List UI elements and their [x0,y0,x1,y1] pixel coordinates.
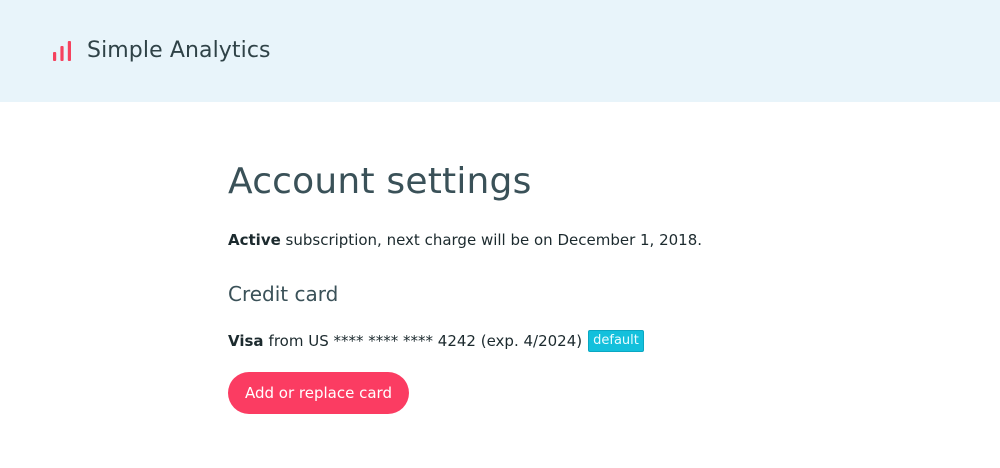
credit-card-info: Visa from US **** **** **** 4242 (exp. 4… [228,329,888,353]
subscription-status-label: Active [228,231,281,249]
brand-name: Simple Analytics [87,38,271,63]
header-bar: Simple Analytics [0,0,1000,102]
subscription-status-text: subscription, next charge will be on Dec… [285,231,703,249]
bar-chart-icon [53,41,71,61]
credit-card-heading: Credit card [228,282,339,306]
page-title: Account settings [228,161,532,202]
add-or-replace-card-button[interactable]: Add or replace card [228,372,409,414]
brand-link[interactable]: Simple Analytics [52,34,271,68]
settings-content: Account settings Active subscription, ne… [228,155,888,414]
default-badge: default [588,330,644,352]
card-brand: Visa [228,332,264,350]
card-details: from US **** **** **** 4242 (exp. 4/2024… [268,332,583,350]
subscription-status: Active subscription, next charge will be… [228,227,888,253]
